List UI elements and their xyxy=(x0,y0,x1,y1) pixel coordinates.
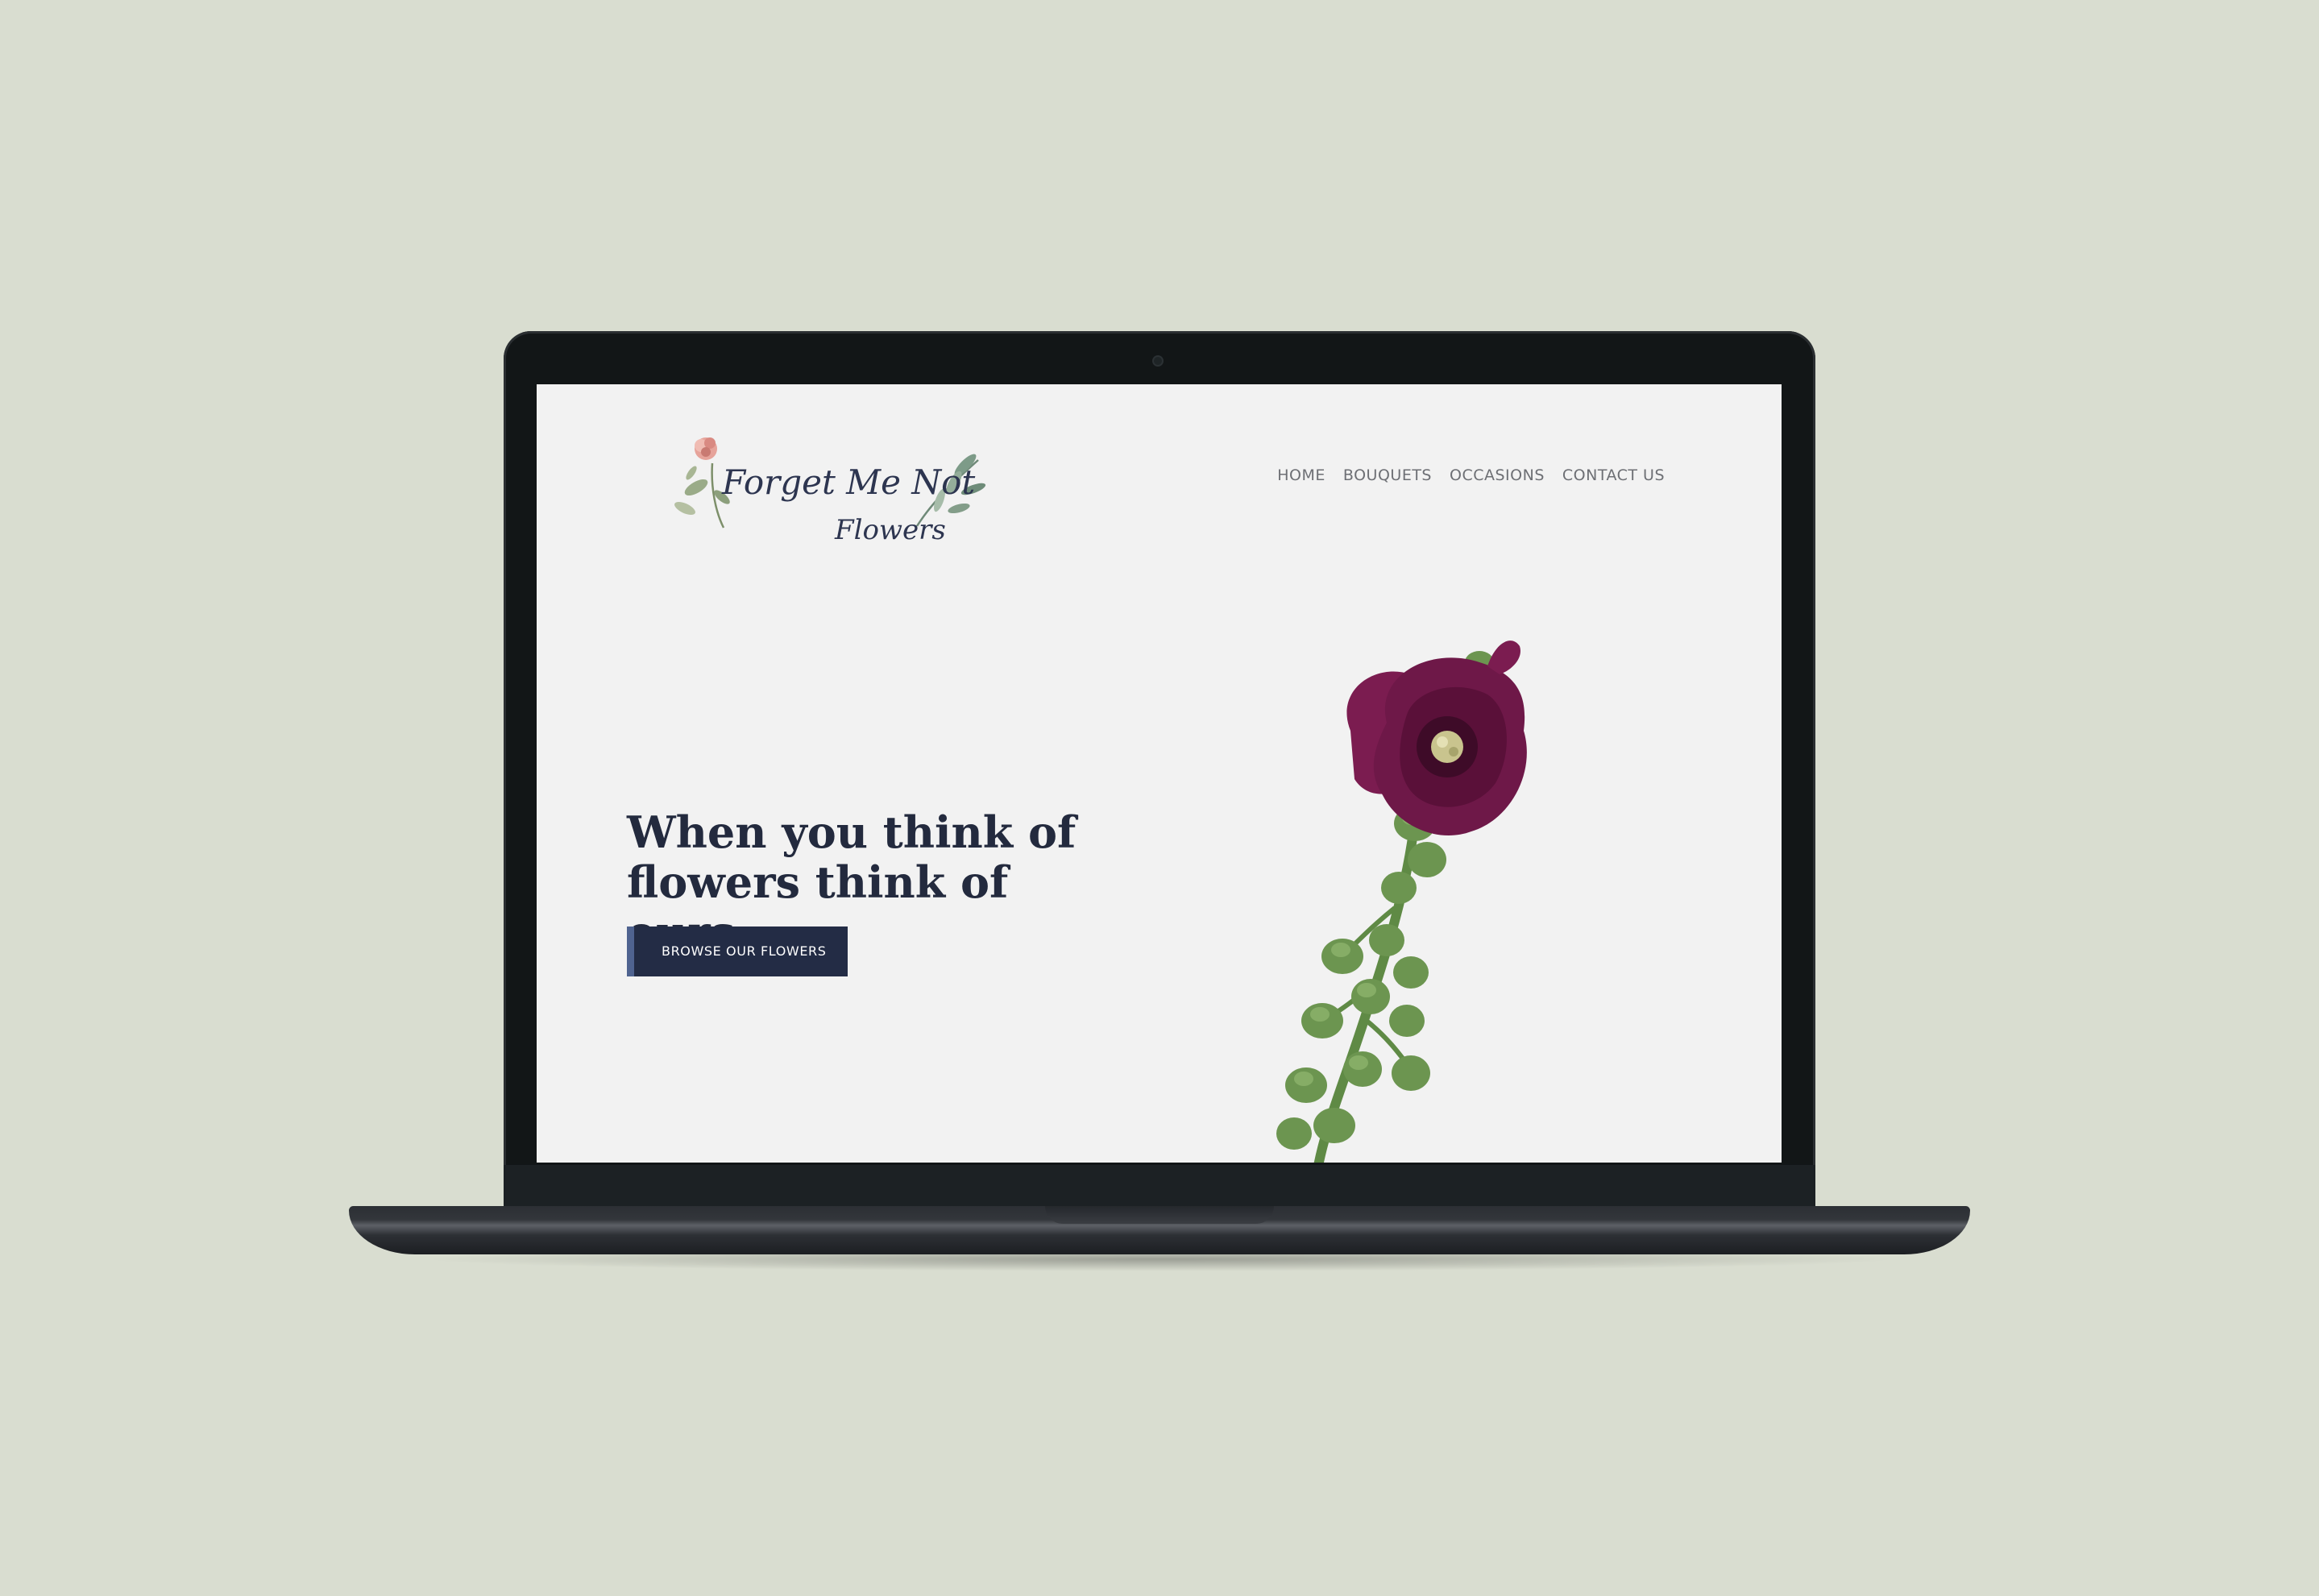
nav-contact-us[interactable]: CONTACT US xyxy=(1562,466,1665,484)
browse-flowers-button[interactable]: BROWSE OUR FLOWERS xyxy=(627,927,848,976)
logo-text-line2: Flowers xyxy=(834,514,946,546)
hero-flower-image xyxy=(1276,640,1527,1163)
site-logo[interactable]: Forget Me Not Flowers xyxy=(666,431,1004,558)
hero-title-line1: When you think of xyxy=(627,806,1077,858)
laptop-base xyxy=(349,1206,1970,1254)
website-screen: Forget Me Not Flowers HOME BOUQUETS OCCA… xyxy=(537,384,1782,1163)
mockup-stage: Forget Me Not Flowers HOME BOUQUETS OCCA… xyxy=(0,0,2319,1596)
main-nav: HOME BOUQUETS OCCASIONS CONTACT US xyxy=(1277,466,1665,484)
nav-occasions[interactable]: OCCASIONS xyxy=(1450,466,1545,484)
laptop-notch xyxy=(1045,1206,1274,1224)
nav-bouquets[interactable]: BOUQUETS xyxy=(1343,466,1432,484)
laptop-lid: Forget Me Not Flowers HOME BOUQUETS OCCA… xyxy=(504,331,1815,1209)
logo-text-line1: Forget Me Not xyxy=(721,462,975,502)
nav-home[interactable]: HOME xyxy=(1277,466,1325,484)
laptop-bezel-bottom xyxy=(504,1165,1815,1209)
camera-icon xyxy=(1154,357,1162,365)
